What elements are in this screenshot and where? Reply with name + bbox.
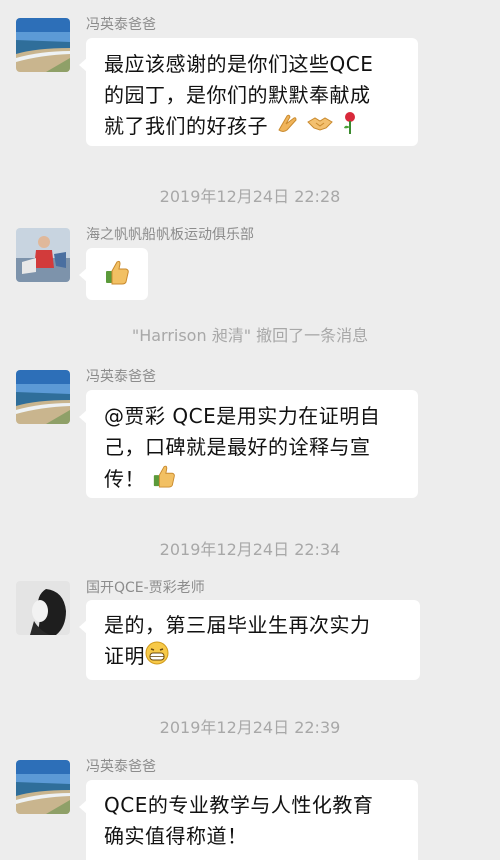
person-photo-icon <box>16 228 70 282</box>
message-line: 证明 <box>104 644 145 668</box>
beach-photo-icon <box>16 18 70 72</box>
chat-history[interactable]: 冯英泰爸爸 最应该感谢的是你们这些QCE 的园丁，是你们的默默奉献成 就了我们的… <box>0 0 500 860</box>
message-bubble[interactable] <box>79 248 148 300</box>
clap-hands-icon <box>275 112 299 143</box>
sender-name: 国开QCE-贾彩老师 <box>86 580 205 596</box>
grin-icon <box>145 641 169 674</box>
message-line: 确实值得称道！ <box>104 824 248 848</box>
timestamp: 2019年12月24日 22:39 <box>159 718 341 737</box>
message-line: 就了我们的好孩子 <box>104 114 268 138</box>
message-line: 最应该感谢的是你们这些QCE <box>104 52 374 76</box>
beach-photo-icon <box>16 760 70 814</box>
avatar-beach[interactable] <box>16 18 70 72</box>
thumbs-up-icon <box>152 463 176 498</box>
portrait-photo-icon <box>16 581 70 635</box>
message-line-with-emojis: 就了我们的好孩子 <box>104 111 400 144</box>
sender-name: 海之帆帆船帆板运动俱乐部 <box>86 227 254 243</box>
beach-photo-icon <box>16 370 70 424</box>
avatar-beach[interactable] <box>16 760 70 814</box>
timestamp: 2019年12月24日 22:34 <box>159 540 341 559</box>
avatar-beach[interactable] <box>16 370 70 424</box>
sender-name: 冯英泰爸爸 <box>86 17 156 33</box>
message-line: QCE的专业教学与人性化教育 <box>104 793 374 817</box>
sender-name: 冯英泰爸爸 <box>86 369 156 385</box>
thumbs-up-icon <box>104 258 130 295</box>
recall-notice: "Harrison 昶清" 撤回了一条消息 <box>131 326 369 345</box>
message-bubble[interactable]: @贾彩 QCE是用实力在证明自 己，口碑就是最好的诠释与宣 传！ <box>79 390 418 498</box>
message-line: 己，口碑就是最好的诠释与宣 <box>104 435 371 459</box>
avatar-sailing-club[interactable] <box>16 228 70 282</box>
timestamp: 2019年12月24日 22:28 <box>159 187 341 206</box>
message-line-with-emojis: 证明 <box>104 641 402 674</box>
rose-icon <box>341 111 359 144</box>
avatar-teacher[interactable] <box>16 581 70 635</box>
message-line: 传！ <box>104 467 145 491</box>
message-line-with-emojis: 传！ <box>104 463 400 498</box>
message-line: 是的，第三届毕业生再次实力 <box>104 613 371 637</box>
handshake-icon <box>306 112 334 143</box>
sender-name: 冯英泰爸爸 <box>86 759 156 775</box>
message-line: 的园丁，是你们的默默奉献成 <box>104 83 371 107</box>
message-line: @贾彩 QCE是用实力在证明自 <box>104 404 381 428</box>
message-bubble[interactable]: 最应该感谢的是你们这些QCE 的园丁，是你们的默默奉献成 就了我们的好孩子 <box>79 38 418 146</box>
message-bubble[interactable]: QCE的专业教学与人性化教育 确实值得称道！ <box>79 780 418 860</box>
message-bubble[interactable]: 是的，第三届毕业生再次实力 证明 <box>79 600 420 680</box>
